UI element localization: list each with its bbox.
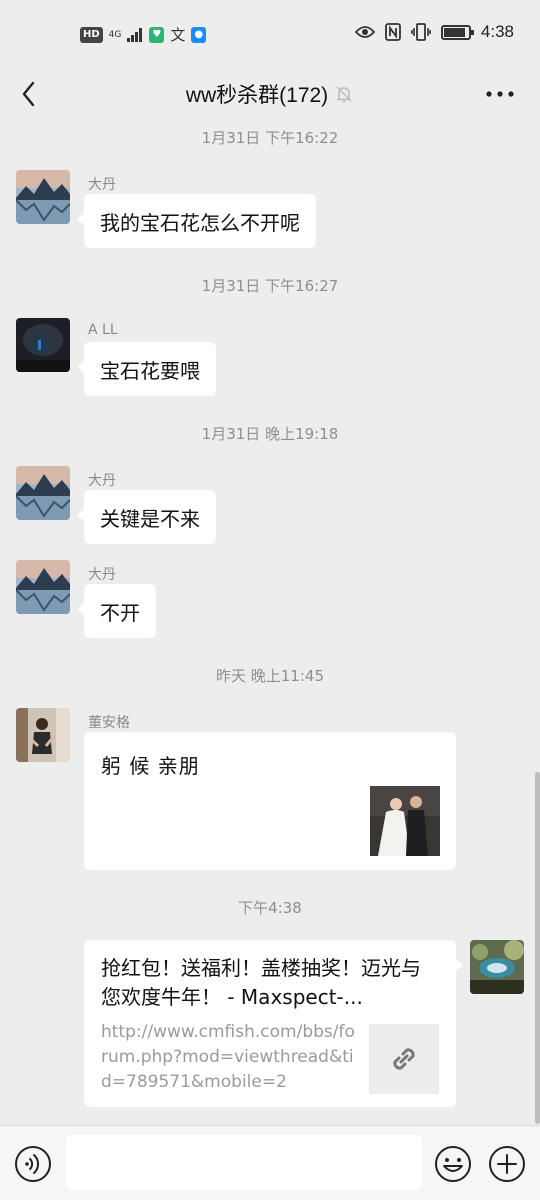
message-timestamp: 昨天 晚上11:45	[216, 667, 324, 685]
avatar[interactable]	[16, 466, 70, 520]
translate-app-icon: 文	[170, 26, 186, 44]
avatar[interactable]	[16, 708, 70, 762]
message-input[interactable]	[66, 1135, 422, 1190]
vibrate-icon	[411, 23, 431, 41]
wedding-photo[interactable]	[370, 786, 440, 856]
avatar[interactable]	[16, 318, 70, 372]
eye-icon	[354, 26, 375, 38]
message-bubble[interactable]: 我的宝石花怎么不开呢	[77, 194, 316, 248]
battery-icon	[440, 24, 474, 40]
mute-bell-icon	[336, 86, 352, 103]
back-button[interactable]	[14, 74, 54, 114]
my-avatar[interactable]	[470, 940, 524, 994]
status-bar-right: 4:38	[354, 22, 514, 42]
status-bar-left: HD 4G ♥ 文 ●	[80, 24, 207, 45]
sender-name: 大丹	[88, 567, 116, 583]
smiley-icon	[435, 1146, 471, 1182]
more-functions-button[interactable]	[488, 1145, 526, 1183]
message-timestamp: 1月31日 下午16:22	[201, 129, 339, 147]
link-title: 抢红包！送福利！盖楼抽奖！迈光与您欢度牛年！ - Maxspect-...	[101, 956, 421, 1009]
more-options-button[interactable]	[480, 78, 520, 110]
title-wrap: ww秒杀群(172)	[186, 79, 354, 109]
sender-name: 大丹	[88, 473, 116, 489]
message-timestamp: 1月31日 晚上19:18	[201, 425, 339, 443]
shield-app-icon: ♥	[149, 26, 165, 43]
message-timestamp: 下午4:38	[238, 899, 302, 917]
blue-app-icon: ●	[191, 26, 207, 43]
scrollbar[interactable]	[535, 772, 540, 1124]
link-url: http://www.cmfish.com/bbs/forum.php?mod=…	[101, 1022, 355, 1092]
status-bar: HD 4G ♥ 文 ● 4:38	[0, 0, 540, 68]
link-icon	[393, 1048, 415, 1070]
link-thumbnail	[369, 1024, 439, 1094]
signal-icon	[127, 27, 143, 42]
message-bubble[interactable]: 关键是不来	[77, 490, 216, 544]
chevron-left-icon	[22, 81, 35, 107]
message-list[interactable]: 1月31日 下午16:22 大丹 我的宝石花怎么不开呢 1月31日 下午16:2…	[0, 120, 540, 1125]
message-bubble[interactable]: 不开	[77, 584, 156, 638]
avatar[interactable]	[16, 170, 70, 224]
hd-badge: HD	[80, 26, 103, 43]
chat-header: ww秒杀群(172)	[0, 68, 540, 120]
link-card[interactable]: 抢红包！送福利！盖楼抽奖！迈光与您欢度牛年！ - Maxspect-... ht…	[84, 940, 463, 1107]
network-type: 4G	[108, 29, 122, 40]
voice-input-button[interactable]	[14, 1145, 52, 1183]
more-dots-icon	[486, 91, 514, 97]
page-title: ww秒杀群(172)	[185, 84, 329, 107]
voice-icon	[15, 1146, 51, 1182]
sender-name: A LL	[88, 322, 118, 338]
nfc-icon	[385, 23, 401, 41]
message-bubble[interactable]: 躬 候 亲朋	[84, 732, 456, 870]
clock: 4:38	[480, 22, 514, 41]
sender-name: 大丹	[88, 177, 116, 193]
message-text: 躬 候 亲朋	[101, 754, 200, 778]
message-bubble[interactable]: 宝石花要喂	[77, 342, 216, 396]
message-timestamp: 1月31日 下午16:27	[201, 277, 339, 295]
avatar[interactable]	[16, 560, 70, 614]
emoji-button[interactable]	[434, 1145, 472, 1183]
plus-icon	[489, 1146, 525, 1182]
input-bar	[0, 1125, 540, 1200]
sender-name: 董安格	[88, 715, 130, 731]
